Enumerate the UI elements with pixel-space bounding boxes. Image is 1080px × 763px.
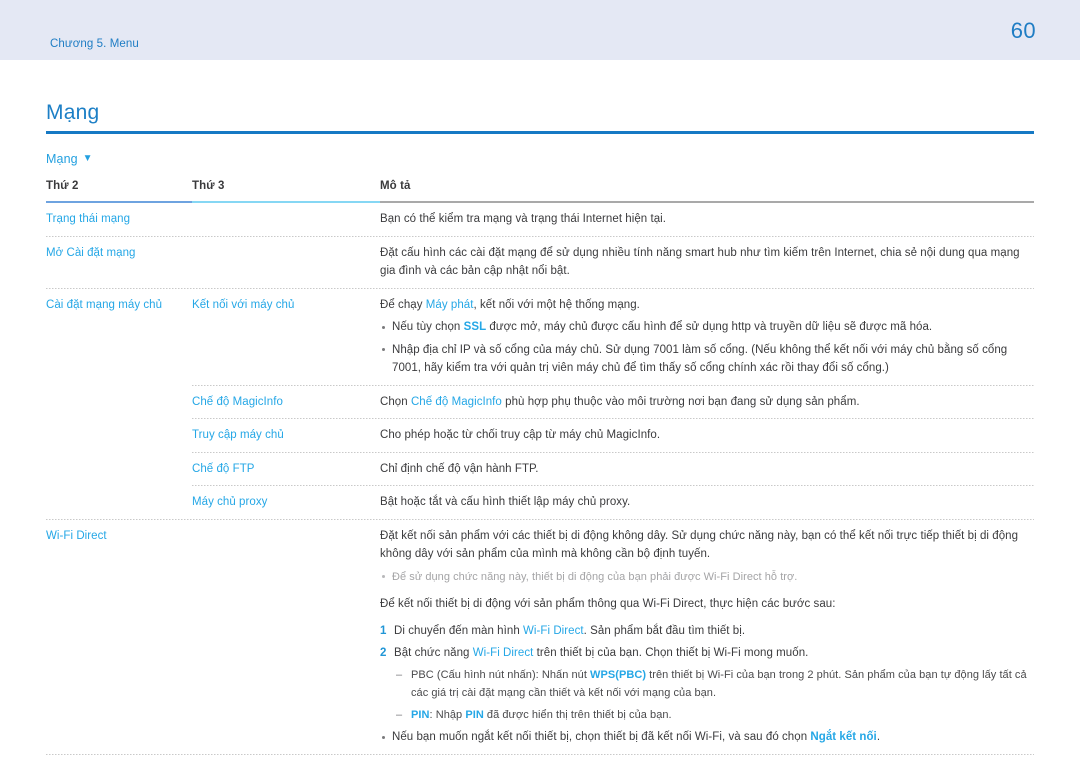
- table-row: Truy cập máy chủ Cho phép hoặc từ chối t…: [46, 419, 1034, 452]
- substep-list: PBC (Cấu hình nút nhấn): Nhấn nút WPS(PB…: [394, 666, 1034, 725]
- step-text-pre: Bật chức năng: [394, 647, 473, 659]
- table-row: Chế độ MagicInfo Chọn Chế độ MagicInfo p…: [46, 386, 1034, 419]
- breadcrumb: Mạng ▼: [46, 152, 1034, 166]
- row-label-primary: Cài đặt mạng máy chủ: [46, 298, 163, 311]
- table-row: Chế độ FTP Chỉ định chế độ vận hành FTP.: [46, 453, 1034, 486]
- desc-text-post: , kết nối với một hệ thống mạng.: [473, 298, 640, 311]
- bullet-keyword: Ngắt kết nối: [810, 731, 877, 743]
- page-title: Mạng: [46, 101, 100, 124]
- final-bullet-list: Nếu bạn muốn ngắt kết nối thiết bị, chọn…: [380, 728, 1034, 747]
- bullet-text-post: Nhập địa chỉ IP và số cổng của máy chủ. …: [392, 343, 1008, 375]
- section-container: Mạng Mạng ▼ Thứ 2 Thứ 3 Mô tả Trạng thái…: [46, 100, 1034, 763]
- column-header-1: Thứ 2: [46, 179, 79, 192]
- steps-intro: Để kết nối thiết bị di động với sản phẩm…: [380, 598, 836, 610]
- step-keyword: Wi-Fi Direct: [472, 647, 534, 659]
- breadcrumb-label: Mạng: [46, 151, 78, 166]
- bullet-text-pre: Nếu tùy chọn: [392, 321, 464, 333]
- row-label-secondary: Kết nối với máy chủ: [192, 298, 295, 311]
- desc-keyword: Máy phát: [425, 298, 474, 311]
- desc-text-pre: Để chạy: [380, 298, 426, 311]
- table-row: Wi-Fi Direct Đặt kết nối sản phẩm với cá…: [46, 520, 1034, 754]
- description-line: Đặt kết nối sản phẩm với các thiết bị di…: [380, 529, 1019, 561]
- row-description: Đặt kết nối sản phẩm với các thiết bị di…: [380, 527, 1034, 747]
- row-description: Chọn Chế độ MagicInfo phù hợp phụ thuộc …: [380, 393, 1034, 412]
- substep-keyword: WPS(PBC): [590, 668, 647, 681]
- row-label-secondary: Máy chủ proxy: [192, 496, 268, 508]
- row-description: Cho phép hoặc từ chối truy cập từ máy ch…: [380, 429, 661, 441]
- bullet-text-post: được mở, máy chủ được cấu hình để sử dụn…: [486, 321, 933, 333]
- menu-table: Thứ 2 Thứ 3 Mô tả Trạng thái mạng Bạn có…: [46, 180, 1034, 763]
- substep-text-post: đã được hiển thị trên thiết bị của bạn.: [483, 708, 672, 721]
- bullet-item: Nếu tùy chọn SSL được mở, máy chủ được c…: [380, 318, 1034, 337]
- table-header-row: Thứ 2 Thứ 3 Mô tả: [46, 180, 1034, 201]
- column-header-2: Thứ 3: [192, 179, 225, 192]
- substep-text-mid: : Nhập: [429, 708, 466, 721]
- table-row: Mở Cài đặt mạng Đặt cấu hình các cài đặt…: [46, 237, 1034, 288]
- substep-keyword-2: PIN: [465, 708, 484, 721]
- note-item: Để sử dụng chức năng này, thiết bị di độ…: [380, 568, 1034, 587]
- bullet-text-post: .: [876, 731, 881, 743]
- header-rule-segment-1: [46, 200, 192, 203]
- note-bullet-list: Để sử dụng chức năng này, thiết bị di độ…: [380, 568, 1034, 587]
- desc-text-post: phù hợp phụ thuộc vào môi trường nơi bạn…: [501, 395, 860, 408]
- step-number: 1: [380, 624, 387, 637]
- row-description: Bạn có thể kiểm tra mạng và trạng thái I…: [380, 213, 667, 225]
- row-label-primary: Mở Cài đặt mạng: [46, 246, 136, 259]
- table-header-rule: [46, 200, 1034, 203]
- step-item: 1 Di chuyển đến màn hình Wi-Fi Direct. Sả…: [380, 622, 1034, 641]
- row-description: Chỉ định chế độ vận hành FTP.: [380, 462, 539, 475]
- header-rule-segment-3: [380, 200, 1034, 203]
- column-header-3: Mô tả: [380, 179, 411, 192]
- table-row: Trạng thái mạng Bạn có thể kiểm tra mạng…: [46, 203, 1034, 236]
- step-number: 2: [380, 647, 387, 659]
- row-label-primary: Trạng thái mạng: [46, 213, 131, 225]
- step-item: 2 Bật chức năng Wi-Fi Direct trên thiết b…: [380, 644, 1034, 724]
- row-label-primary: Wi-Fi Direct: [46, 529, 107, 542]
- document-page: Chương 5. Menu 60 Mạng Mạng ▼ Thứ 2 Thứ …: [0, 0, 1080, 763]
- row-description: Bật hoặc tắt và cấu hình thiết lập máy c…: [380, 496, 631, 508]
- bullet-item: Nhập địa chỉ IP và số cổng của máy chủ. …: [380, 341, 1034, 378]
- chapter-label: Chương 5. Menu: [50, 38, 139, 50]
- desc-keyword: Chế độ MagicInfo: [410, 395, 502, 408]
- header-rule-segment-2: [192, 200, 380, 203]
- substep-text-pre: PBC (Cấu hình nút nhấn): Nhấn nút: [411, 668, 591, 681]
- row-description: Để chạy Máy phát, kết nối với một hệ thố…: [380, 296, 1034, 378]
- table-row: Trình quản lý thiết bị di động Thông báo…: [46, 755, 1034, 763]
- title-underline: [46, 131, 1034, 134]
- chevron-down-icon: ▼: [82, 152, 93, 164]
- bullet-keyword: SSL: [463, 321, 487, 333]
- steps-list: 1 Di chuyển đến màn hình Wi-Fi Direct. Sả…: [380, 622, 1034, 725]
- description-line: Để chạy Máy phát, kết nối với một hệ thố…: [380, 296, 1034, 315]
- table-row: Máy chủ proxy Bật hoặc tắt và cấu hình t…: [46, 486, 1034, 519]
- step-keyword: Wi-Fi Direct: [523, 624, 584, 637]
- step-text-post: . Sản phẩm bắt đầu tìm thiết bị.: [583, 624, 746, 637]
- substep-item: PIN: Nhập PIN đã được hiển thị trên thiế…: [394, 706, 1034, 725]
- row-label-secondary: Chế độ MagicInfo: [192, 395, 283, 408]
- bullet-item: Nếu bạn muốn ngắt kết nối thiết bị, chọn…: [380, 728, 1034, 747]
- table-row: Cài đặt mạng máy chủ Kết nối với máy chủ…: [46, 289, 1034, 385]
- step-text-pre: Di chuyển đến màn hình: [394, 624, 524, 637]
- row-description: Đặt cấu hình các cài đặt mạng để sử dụng…: [380, 246, 1020, 278]
- substep-keyword: PIN: [411, 708, 430, 721]
- bullet-text-pre: Nếu bạn muốn ngắt kết nối thiết bị, chọn…: [392, 731, 811, 743]
- page-number: 60: [1010, 18, 1036, 43]
- substep-item: PBC (Cấu hình nút nhấn): Nhấn nút WPS(PB…: [394, 666, 1034, 703]
- step-text-post: trên thiết bị của bạn. Chọn thiết bị Wi-…: [533, 647, 809, 659]
- row-label-secondary: Truy cập máy chủ: [192, 429, 284, 441]
- desc-text-pre: Chọn: [380, 395, 411, 408]
- page-header-band: Chương 5. Menu 60: [0, 0, 1080, 60]
- description-bullet-list: Nếu tùy chọn SSL được mở, máy chủ được c…: [380, 318, 1034, 378]
- row-label-secondary: Chế độ FTP: [192, 462, 255, 475]
